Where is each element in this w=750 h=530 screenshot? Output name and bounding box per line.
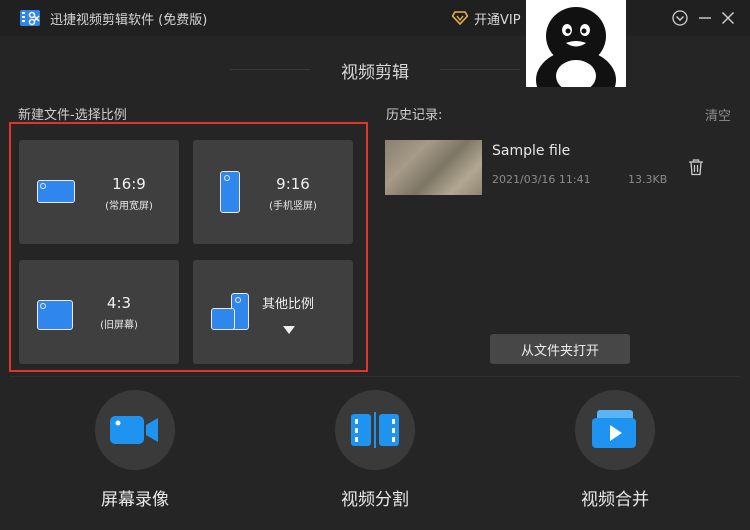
old-screen-icon: [37, 300, 73, 330]
tool-label: 视频分割: [341, 490, 409, 510]
split-icon: [351, 412, 399, 448]
dropdown-triangle-icon: [283, 326, 295, 334]
history-file-size: 13.3KB: [628, 173, 668, 186]
ratio-value: 其他比例: [261, 297, 314, 312]
ratio-card-4-3[interactable]: 4:3 (旧屏幕): [19, 260, 179, 364]
ratio-card-9-16[interactable]: 9:16 (手机竖屏): [193, 140, 353, 244]
clear-history-button[interactable]: 清空: [705, 105, 731, 124]
landscape-screen-icon: [37, 180, 75, 203]
ratio-description: (手机竖屏): [269, 201, 317, 212]
tool-label: 视频合并: [581, 490, 649, 510]
title-rule-right: [440, 69, 520, 70]
history-file-date: 2021/03/16 11:41: [492, 173, 591, 186]
portrait-phone-icon: [220, 171, 240, 213]
section-title: 视频剪辑: [341, 63, 409, 83]
video-split-button[interactable]: 视频分割: [315, 390, 435, 510]
tool-circle: [575, 390, 655, 470]
section-divider: [10, 376, 740, 377]
ratio-card-other[interactable]: 其他比例: [193, 260, 353, 364]
open-from-folder-button[interactable]: 从文件夹打开: [490, 334, 630, 364]
ratio-value: 4:3: [106, 294, 132, 312]
ratio-card-16-9[interactable]: 16:9 (常用宽屏): [19, 140, 179, 244]
app-title: 迅捷视频剪辑软件 (免费版): [50, 13, 208, 28]
tool-label: 屏幕录像: [101, 490, 169, 510]
new-file-label: 新建文件-选择比例: [18, 108, 127, 123]
tool-circle: [95, 390, 175, 470]
app-logo-icon: [20, 10, 40, 26]
ratio-value: 16:9: [112, 175, 146, 193]
video-thumbnail: [385, 140, 482, 195]
title-bar: 迅捷视频剪辑软件 (免费版) 开通VIP: [0, 0, 750, 36]
close-icon[interactable]: [719, 9, 737, 27]
ratio-description: (旧屏幕): [100, 320, 138, 331]
merge-icon: [592, 410, 636, 448]
camera-icon: [110, 416, 158, 444]
history-label: 历史记录:: [386, 108, 443, 123]
tool-circle: [335, 390, 415, 470]
ratio-value: 9:16: [276, 175, 310, 193]
history-file-name: Sample file: [492, 143, 571, 159]
minimize-icon[interactable]: [696, 9, 714, 27]
ratio-description: (常用宽屏): [105, 201, 153, 212]
vip-label: 开通VIP: [474, 12, 521, 28]
history-item[interactable]: Sample file 2021/03/16 11:41 13.3KB: [385, 140, 715, 196]
video-merge-button[interactable]: 视频合并: [555, 390, 675, 510]
other-ratio-square-icon: [211, 308, 235, 330]
settings-icon[interactable]: [671, 9, 689, 27]
trash-icon[interactable]: [688, 158, 704, 176]
vip-diamond-icon: [452, 11, 468, 25]
screen-record-button[interactable]: 屏幕录像: [75, 390, 195, 510]
open-vip-button[interactable]: 开通VIP: [452, 9, 521, 28]
